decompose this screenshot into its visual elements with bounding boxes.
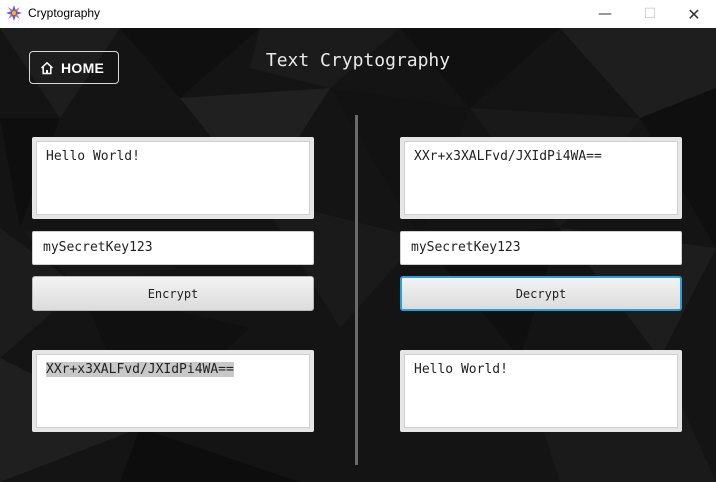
decrypt-input-textarea[interactable]: XXr+x3XALFvd/JXIdPi4WA== — [400, 137, 682, 219]
encrypt-button[interactable]: Encrypt — [32, 276, 314, 311]
minimize-button[interactable]: — — [582, 0, 628, 28]
app-window: Cryptography — ☐ ✕ HOME Text Cryptograph… — [0, 0, 716, 482]
page-title: Text Cryptography — [265, 50, 451, 71]
maximize-button[interactable]: ☐ — [627, 0, 673, 28]
title-bar: Cryptography — ☐ ✕ — [0, 0, 716, 28]
window-title: Cryptography — [28, 6, 101, 20]
decrypt-button[interactable]: Decrypt — [400, 276, 682, 311]
decrypt-output-textarea[interactable]: Hello World! — [400, 350, 682, 432]
encrypt-output-textarea[interactable]: XXr+x3XALFvd/JXIdPi4WA== — [32, 350, 314, 432]
decrypt-key-field[interactable]: mySecretKey123 — [400, 231, 682, 265]
encrypt-input-textarea[interactable]: Hello World! — [32, 137, 314, 219]
encrypt-key-field[interactable]: mySecretKey123 — [32, 231, 314, 265]
encrypt-output-text: XXr+x3XALFvd/JXIdPi4WA== — [46, 362, 234, 377]
main-content: HOME Text Cryptography Hello World! mySe… — [0, 28, 716, 482]
panel-divider — [355, 115, 358, 465]
app-logo-icon — [6, 5, 22, 21]
close-button[interactable]: ✕ — [671, 0, 716, 28]
